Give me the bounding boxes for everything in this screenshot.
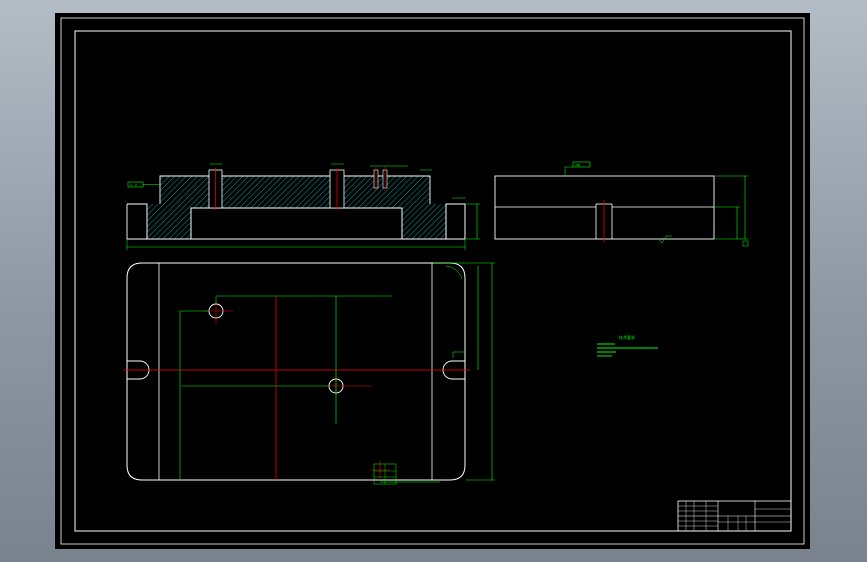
drawing-svg: A—A A向 技术要求: [60, 17, 805, 545]
plan-outline: [126, 262, 466, 481]
section-callout-text: A—A: [130, 183, 138, 187]
title-block: [677, 500, 792, 532]
cad-viewport[interactable]: A—A A向 技术要求: [0, 0, 867, 562]
side-outline: [494, 175, 715, 240]
notes-title: 技术要求: [619, 334, 635, 340]
drawing-sheet: A—A A向 技术要求: [55, 13, 810, 549]
side-view: A向: [494, 161, 749, 247]
side-callout-text: A向: [575, 162, 580, 167]
section-view: A—A: [126, 163, 480, 250]
inner-frame: [74, 30, 792, 532]
section-hatch: [147, 176, 446, 239]
technical-notes: 技术要求: [597, 334, 658, 357]
plan-view: [123, 262, 495, 485]
outer-border: [60, 17, 805, 545]
